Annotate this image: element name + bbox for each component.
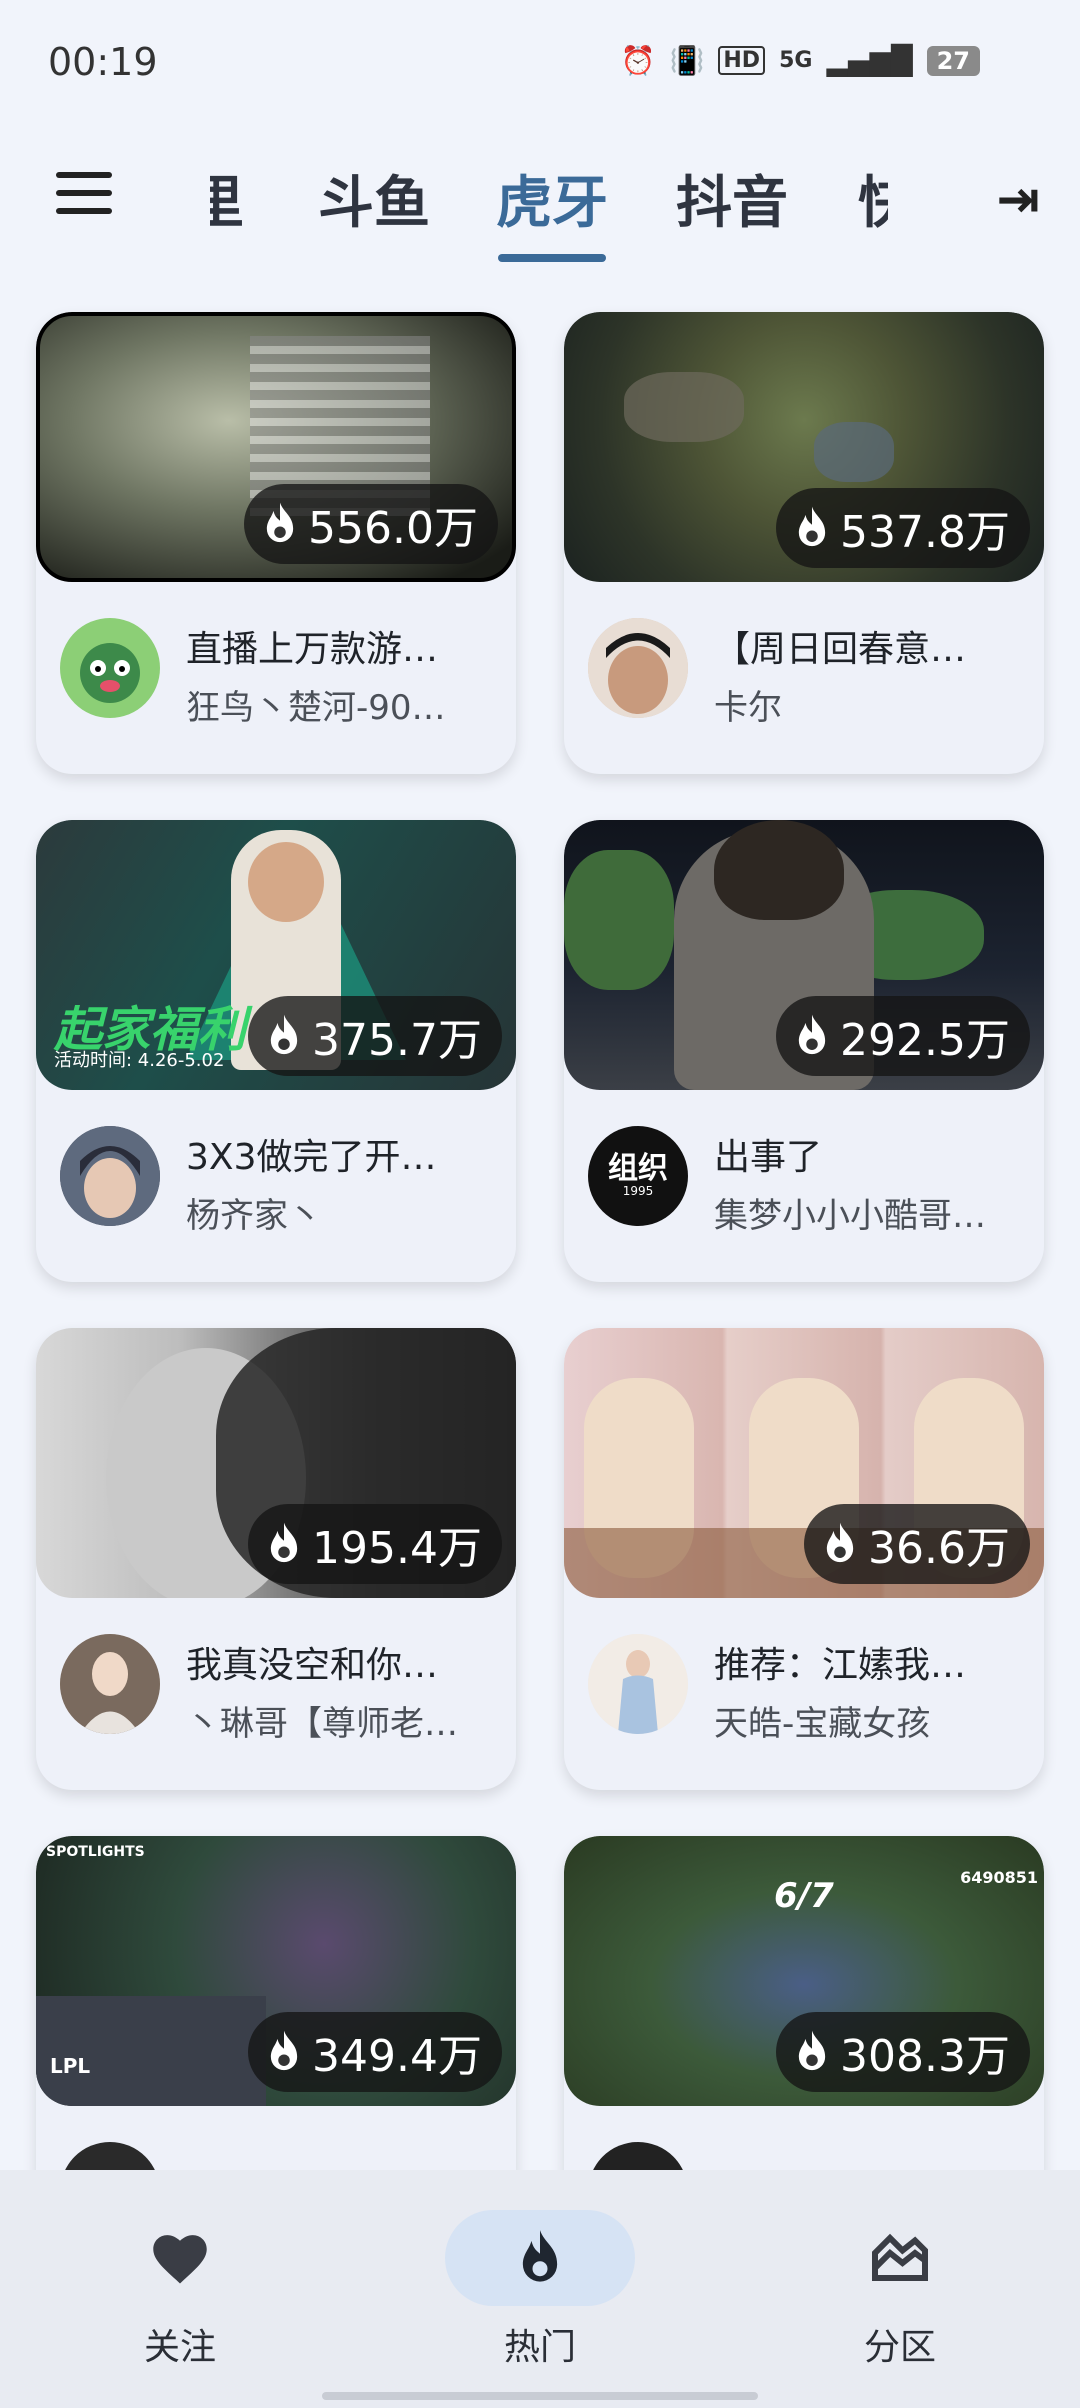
status-icons: ⏰ 📳 HD 5G ▂▄▆█ 27 (621, 44, 980, 77)
flame-icon (266, 502, 294, 543)
tab-partial-left[interactable]: 里 (210, 158, 244, 239)
flame-icon (798, 2030, 826, 2071)
stream-title: 我真没空和你… (186, 1645, 439, 1686)
avatar-logo-text: 组织 (608, 1150, 668, 1186)
avatar-logo-subtext: 1995 (622, 1183, 654, 1198)
menu-icon[interactable] (56, 172, 112, 218)
viewer-count: 537.8万 (840, 507, 1010, 558)
viewer-count-badge: 349.4万 (248, 2012, 502, 2092)
viewer-count-badge: 308.3万 (776, 2012, 1030, 2092)
broadcast-overlay-text: SPOTLIGHTS (46, 1844, 145, 1860)
streamer-name: 天皓-宝藏女孩 (714, 1704, 931, 1744)
avatar (588, 1634, 688, 1734)
avatar (60, 618, 160, 718)
viewer-count: 375.7万 (312, 1015, 482, 1066)
viewer-count: 349.4万 (312, 2031, 482, 2082)
bottom-nav-label: 关注 (143, 2327, 216, 2368)
stream-thumbnail: 292.5万 (564, 820, 1044, 1090)
streamer-name: 卡尔 (714, 688, 782, 728)
status-time: 00:19 (48, 40, 158, 84)
streamer-name: 丶琳哥【尊师老… (186, 1704, 458, 1744)
viewer-count: 195.4万 (312, 1523, 482, 1574)
flame-icon (826, 1522, 854, 1563)
streamer-name: 狂鸟丶楚河-90… (186, 688, 446, 728)
viewer-count: 36.6万 (868, 1523, 1010, 1574)
vibrate-icon: 📳 (669, 44, 705, 77)
tab-huya[interactable]: 虎牙 (496, 158, 608, 239)
alarm-icon: ⏰ (620, 44, 656, 77)
heart-icon (153, 2235, 207, 2284)
tab-douyu[interactable]: 斗鱼 (318, 158, 430, 239)
avatar: 组织 1995 (588, 1126, 688, 1226)
viewer-count-badge: 556.0万 (244, 484, 498, 564)
signal-icon: ▂▄▆█ (826, 44, 913, 77)
flame-icon (270, 1522, 298, 1563)
top-nav: 里 斗鱼 虎牙 抖音 快 ⇥ (0, 130, 1080, 270)
tab-partial-right[interactable]: 快 (858, 158, 888, 239)
bottom-nav-category[interactable]: 分区 (800, 2210, 1000, 2370)
stream-title: 直播上万款游… (186, 629, 439, 670)
viewer-count-badge: 375.7万 (248, 996, 502, 1076)
stream-card[interactable]: 36.6万 推荐：江嫊我… 天皓-宝藏女孩 (564, 1328, 1044, 1790)
stream-title: 出事了 (714, 1137, 823, 1178)
avatar (60, 1126, 160, 1226)
viewer-count-badge: 195.4万 (248, 1504, 502, 1584)
bottom-nav: 关注 热门 分区 (0, 2170, 1080, 2408)
stream-thumbnail: 195.4万 (36, 1328, 516, 1598)
stream-thumbnail: SPOTLIGHTS LPL 349.4万 (36, 1836, 516, 2106)
viewer-count: 556.0万 (308, 503, 478, 554)
viewer-count: 308.3万 (840, 2031, 1010, 2082)
bottom-nav-follow[interactable]: 关注 (80, 2210, 280, 2370)
tab-douyin[interactable]: 抖音 (676, 158, 788, 239)
stream-title: 【周日回春意… (714, 629, 967, 670)
corner-overlay-text: 6490851 (960, 1868, 1038, 1887)
viewer-count: 292.5万 (840, 1015, 1010, 1066)
stream-card[interactable]: 起家福利 活动时间: 4.26-5.02 375.7万 3X3做完了开… 杨齐家… (36, 820, 516, 1282)
round-overlay-text: 6/7 (774, 1876, 834, 1916)
flame-icon (798, 506, 826, 547)
hd-icon: HD (718, 46, 766, 75)
bottom-nav-label: 分区 (863, 2327, 936, 2368)
bottom-nav-label: 热门 (503, 2327, 576, 2368)
avatar (588, 618, 688, 718)
stream-thumbnail: 537.8万 (564, 312, 1044, 582)
viewer-count-badge: 36.6万 (804, 1504, 1030, 1584)
stream-thumbnail: 36.6万 (564, 1328, 1044, 1598)
flame-icon (270, 1014, 298, 1055)
stream-card[interactable]: 537.8万 【周日回春意… 卡尔 (564, 312, 1044, 774)
viewer-count-badge: 537.8万 (776, 488, 1030, 568)
tab-indicator (498, 254, 606, 262)
battery-icon: 27 (926, 45, 980, 76)
viewer-count-badge: 292.5万 (776, 996, 1030, 1076)
status-bar: 00:19 ⏰ 📳 HD 5G ▂▄▆█ 27 (0, 0, 1080, 120)
expand-tabs-icon[interactable]: ⇥ (996, 170, 1040, 230)
streamer-name: 杨齐家丶 (186, 1196, 322, 1236)
home-indicator[interactable] (322, 2392, 758, 2400)
flame-icon (522, 2230, 558, 2282)
stream-card[interactable]: 195.4万 我真没空和你… 丶琳哥【尊师老… (36, 1328, 516, 1790)
stream-card[interactable]: 556.0万 直播上万款游… 狂鸟丶楚河-90… (36, 312, 516, 774)
avatar (60, 1634, 160, 1734)
league-logo-text: LPL (50, 2054, 91, 2078)
streamer-name: 集梦小小小酷哥… (714, 1196, 986, 1236)
network-icon: 5G (779, 48, 813, 73)
flame-icon (798, 1014, 826, 1055)
stream-card[interactable]: 292.5万 组织 1995 出事了 集梦小小小酷哥… (564, 820, 1044, 1282)
promo-overlay-subtext: 活动时间: 4.26-5.02 (54, 1050, 225, 1071)
stream-thumbnail: 起家福利 活动时间: 4.26-5.02 375.7万 (36, 820, 516, 1090)
flame-icon (270, 2030, 298, 2071)
category-icon (872, 2233, 928, 2281)
stream-thumbnail: 556.0万 (36, 312, 516, 582)
stream-title: 3X3做完了开… (186, 1137, 437, 1178)
stream-thumbnail: 6/7 6490851 308.3万 (564, 1836, 1044, 2106)
stream-title: 推荐：江嫊我… (714, 1645, 967, 1686)
bottom-nav-hot[interactable]: 热门 (440, 2210, 640, 2370)
